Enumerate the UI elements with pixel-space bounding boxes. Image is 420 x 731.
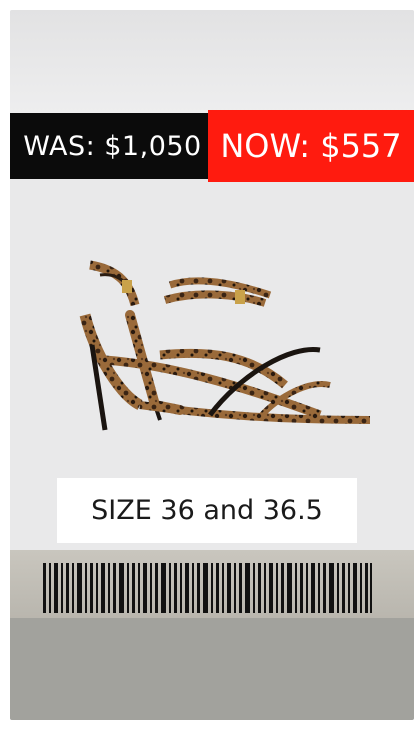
was-price-banner: WAS: $1,050: [10, 113, 215, 179]
front-sandal: [79, 260, 371, 431]
barcode-icon: [43, 563, 372, 613]
size-label-box: SIZE 36 and 36.5: [57, 478, 357, 543]
bottom-band: [10, 618, 414, 720]
size-label: SIZE 36 and 36.5: [91, 495, 323, 526]
sale-card: WAS: $1,050 NOW: $557 SIZE 36 and 36.5: [10, 10, 414, 720]
top-background: [10, 10, 414, 115]
now-price-label: NOW: $557: [220, 127, 402, 165]
sandal-image: [79, 260, 371, 431]
was-price-label: WAS: $1,050: [23, 130, 202, 162]
now-price-banner: NOW: $557: [208, 110, 414, 182]
